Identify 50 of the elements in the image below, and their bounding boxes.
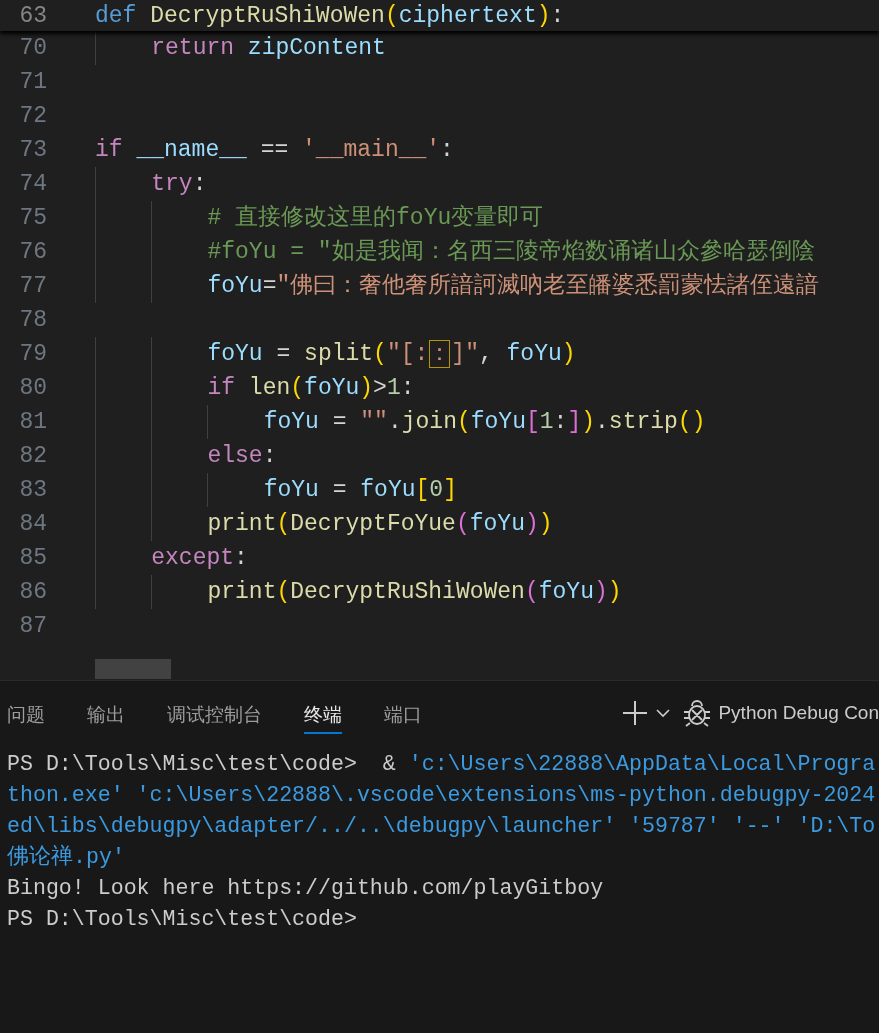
code-line: except: <box>95 541 248 575</box>
terminal-line: 佛论禅.py' <box>7 844 126 871</box>
line-number: 86 <box>18 579 47 605</box>
line-number: 87 <box>18 613 47 639</box>
code-line: if __name__ == '__main__': <box>95 136 454 165</box>
code-line: print(DecryptFoYue(foYu)) <box>95 507 553 541</box>
bug-icon <box>682 698 713 728</box>
code-line: foYu = foYu[0] <box>95 473 457 507</box>
terminal-line: ed\libs\debugpy\adapter/../..\debugpy\launcher' '59787' '--' 'D:\To <box>7 813 877 840</box>
code-line: #foYu = "如是我闻：名西三陵帝焰数诵诸山众參哈瑟倒陰 <box>95 235 815 269</box>
line-number: 74 <box>18 171 47 197</box>
terminal-line: Bingo! Look here https://github.com/playGitboy <box>7 875 605 902</box>
line-number: 75 <box>18 205 47 231</box>
line-number: 72 <box>18 103 47 129</box>
panel-tab[interactable]: 输出 <box>87 696 125 734</box>
line-number: 85 <box>18 545 47 571</box>
code-line: # 直接修改这里的foYu变量即可 <box>95 201 544 235</box>
line-number: 83 <box>18 477 47 503</box>
terminal-name[interactable]: Python Debug Con <box>718 702 879 724</box>
terminal-line: PS D:\Tools\Misc\test\code> & 'c:\Users\22888\AppData\Local\Progra <box>7 751 877 778</box>
line-number: 81 <box>18 409 47 435</box>
line-number: 73 <box>18 137 47 163</box>
code-line: foYu = split("[:：]", foYu) <box>95 337 576 371</box>
line-number: 78 <box>18 307 47 333</box>
code-line: def DecryptRuShiWoWen(ciphertext): <box>95 1 565 31</box>
line-number: 63 <box>18 2 47 29</box>
code-line: return zipContent <box>95 31 386 65</box>
line-number: 79 <box>18 341 47 367</box>
panel-tab[interactable]: 问题 <box>7 696 45 734</box>
panel-tab[interactable]: 调试控制台 <box>167 696 262 734</box>
scrollbar-thumb[interactable] <box>95 659 171 679</box>
line-number: 80 <box>18 375 47 401</box>
panel-tab[interactable]: 端口 <box>384 696 422 734</box>
panel-tab[interactable]: 终端 <box>304 696 342 734</box>
add-icon[interactable] <box>622 700 649 726</box>
code-line: try: <box>95 167 207 201</box>
terminal-line: PS D:\Tools\Misc\test\code> <box>7 906 358 933</box>
code-line: foYu = "".join(foYu[1:]).strip() <box>95 405 706 439</box>
code-line: if len(foYu)>1: <box>95 371 415 405</box>
chevron-down-icon[interactable] <box>656 708 671 718</box>
line-number: 71 <box>18 69 47 95</box>
code-line: foYu="佛曰：奢他奢所諳訶滅吶老至皤婆悉罰蒙怯諸侄遠諳 <box>95 269 820 303</box>
line-number: 77 <box>18 273 47 299</box>
line-number: 82 <box>18 443 47 469</box>
code-line: print(DecryptRuShiWoWen(foYu)) <box>95 575 622 609</box>
line-number: 84 <box>18 511 47 537</box>
line-number: 76 <box>18 239 47 265</box>
line-number: 70 <box>18 35 47 61</box>
code-line: else: <box>95 439 277 473</box>
terminal-line: thon.exe' 'c:\Users\22888\.vscode\extensions\ms-python.debugpy-2024 <box>7 782 877 809</box>
